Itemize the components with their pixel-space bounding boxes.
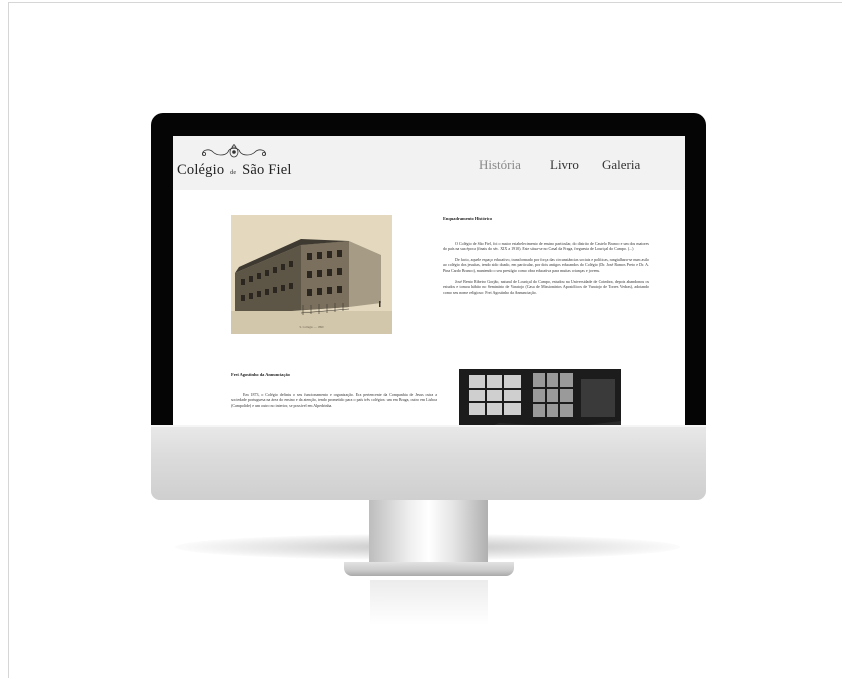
section2-paragraph-1: Em 1873, o Colégio definiu o seu funcion… <box>231 392 437 408</box>
window-illustration <box>459 369 621 425</box>
ornament-icon <box>202 144 267 158</box>
nav-item-galeria[interactable]: Galeria <box>602 157 640 173</box>
logo-end-word: São Fiel <box>242 162 292 178</box>
section-title-enquadramento: Enquadramento Histórico <box>443 216 493 221</box>
site-header: Colégio de São Fiel História Livro Galer… <box>173 136 685 190</box>
section1-paragraph-1: O Colégio de São Fiel, foi o maior estab… <box>443 241 649 252</box>
colegio-historic-photo: S. Collegio — 1890 <box>231 215 392 334</box>
monitor-chin <box>151 425 706 500</box>
imac-monitor: Colégio de São Fiel História Livro Galer… <box>151 113 706 500</box>
site-logo[interactable]: Colégio de São Fiel <box>177 144 291 184</box>
section1-paragraph-2: De facto, aquele espaço educativo, trans… <box>443 257 649 273</box>
nav-item-livro[interactable]: Livro <box>550 157 579 173</box>
monitor-stand-neck <box>369 500 488 565</box>
photo-caption: S. Collegio — 1890 <box>299 325 324 329</box>
monitor-bezel: Colégio de São Fiel História Livro Galer… <box>151 113 706 425</box>
classroom-window-photo <box>459 369 621 425</box>
nav-item-historia[interactable]: História <box>479 157 521 173</box>
monitor-stand-base <box>344 562 514 576</box>
logo-main-word: Colégio <box>177 162 225 178</box>
section1-paragraph-3: José Bento Ribeiro Gorjão, natural de Lo… <box>443 279 649 295</box>
colegio-building-illustration <box>231 215 392 334</box>
website-screen: Colégio de São Fiel História Livro Galer… <box>173 136 685 425</box>
stand-reflection <box>370 580 488 625</box>
section-title-frei-agostinho: Frei Agostinho da Annunciação <box>231 372 290 377</box>
logo-small-word: de <box>230 170 237 176</box>
logo-text: Colégio de São Fiel <box>177 162 292 179</box>
